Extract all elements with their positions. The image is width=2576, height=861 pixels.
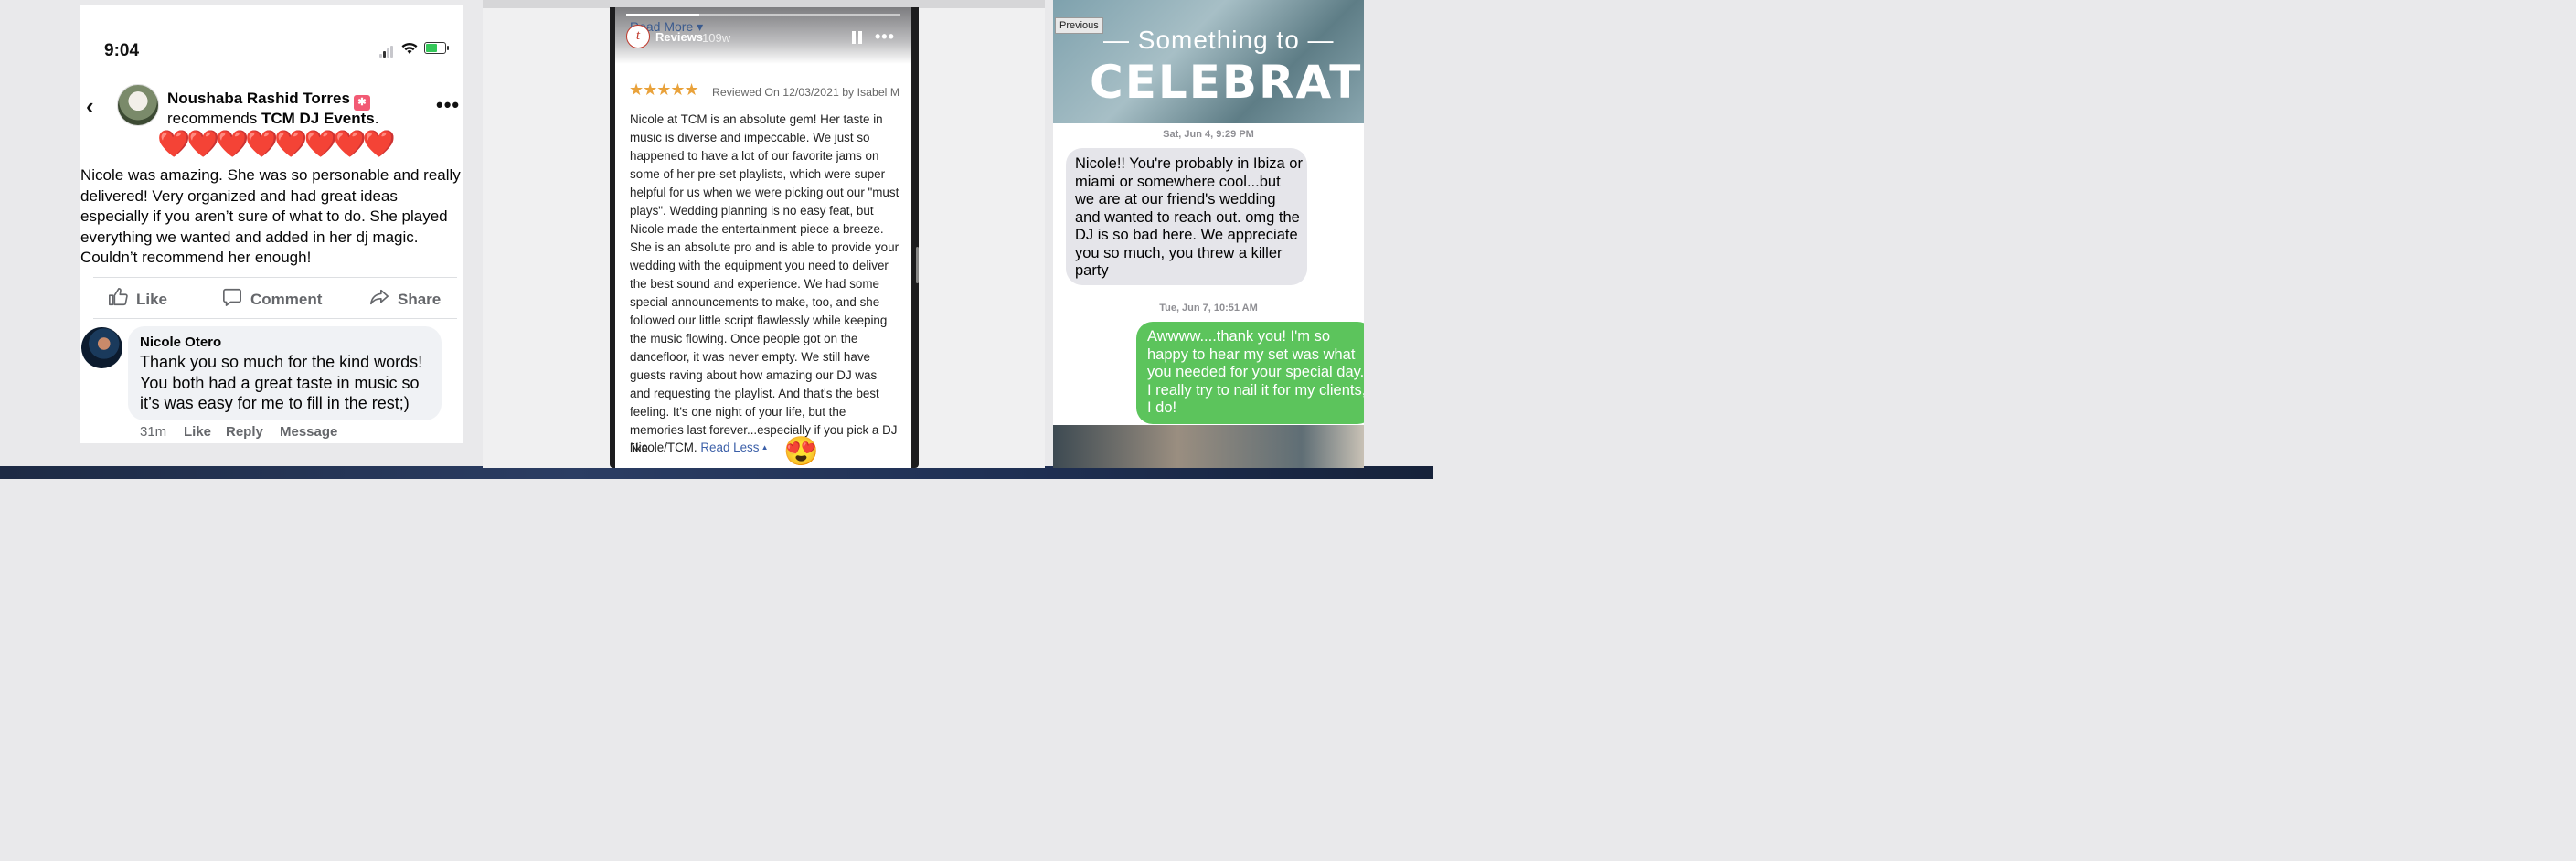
five-star-rating-icon: ★★★★★ (629, 80, 699, 99)
like-label: Like (136, 291, 168, 308)
battery-charging-icon (424, 42, 449, 54)
comment-reply-link[interactable]: Reply (226, 424, 263, 440)
share-button[interactable]: Share (369, 287, 441, 313)
review-story-screen: Read More ▾ t Reviews 109w ••• ★★★★★ Rev… (615, 7, 911, 468)
divider (93, 277, 457, 278)
thumbs-up-icon (108, 287, 128, 313)
banner-text-line1: — Something to — (1103, 26, 1335, 54)
facebook-post-screenshot: 9:04 ‹ Noushaba Rashid Torres ✱ recommend… (80, 5, 463, 443)
recommends-line: recommends TCM DJ Events. (167, 110, 378, 128)
share-label: Share (398, 291, 442, 308)
wifi-icon (401, 40, 418, 59)
more-options-icon[interactable]: ••• (875, 27, 895, 47)
like-button[interactable]: Like (108, 287, 167, 313)
comment-time: 31m (140, 424, 167, 440)
window-resize-handle[interactable] (916, 247, 919, 283)
comment-author[interactable]: Nicole Otero (140, 335, 221, 350)
review-text-end: Nicole/TCM. Read Less (630, 441, 769, 454)
recommend-badge-icon: ✱ (353, 95, 370, 111)
previous-button[interactable]: Previous (1055, 17, 1103, 34)
comment-text: Thank you so much for the kind words! Yo… (140, 353, 423, 412)
comment-message-link[interactable]: Message (280, 424, 337, 440)
story-age: 109w (702, 31, 731, 45)
background-photo-bottom (1053, 425, 1364, 468)
story-progress-fill (626, 14, 699, 16)
page-name-link[interactable]: TCM DJ Events (261, 110, 375, 127)
pause-icon[interactable] (852, 31, 862, 44)
divider (93, 318, 457, 319)
more-options-icon[interactable]: ••• (436, 93, 460, 117)
status-bar-time: 9:04 (104, 41, 140, 60)
story-title: Reviews (655, 30, 704, 44)
recommendation-text: Nicole was amazing. She was so personabl… (80, 166, 461, 266)
cellular-signal-icon (379, 45, 396, 58)
comment-label: Comment (250, 291, 323, 308)
heart-eyes-emoji-icon[interactable]: 😍 (783, 434, 819, 468)
recommends-suffix: . (374, 110, 379, 127)
poster-name[interactable]: Noushaba Rashid Torres (167, 90, 350, 107)
desktop-background (0, 466, 1433, 479)
text-thread-screenshot: Previous — Something to — CELEBRATE Sat,… (1053, 0, 1364, 468)
commenter-avatar[interactable] (81, 327, 122, 368)
back-chevron-icon[interactable]: ‹ (86, 92, 94, 121)
reviewed-on-line: Reviewed On 12/03/2021 by Isabel M (712, 86, 900, 99)
timestamp: Tue, Jun 7, 10:51 AM (1159, 303, 1258, 314)
poster-name-line: Noushaba Rashid Torres ✱ (167, 90, 370, 111)
recommends-prefix: recommends (167, 110, 261, 127)
review-text-tail: Nicole/TCM. (630, 441, 701, 454)
hearts-emoji-row: ❤️❤️❤️❤️❤️❤️❤️❤️ (157, 130, 396, 159)
review-text: Nicole at TCM is an absolute gem! Her ta… (630, 112, 899, 455)
banner-text-line2: CELEBRATE (1090, 56, 1364, 109)
comment-like-link[interactable]: Like (184, 424, 211, 440)
poster-avatar[interactable] (117, 84, 159, 126)
reviews-logo-icon[interactable]: t (626, 25, 650, 48)
share-arrow-icon (369, 287, 389, 313)
timestamp: Sat, Jun 4, 9:29 PM (1163, 129, 1254, 140)
sent-message-text: Awwww....thank you! I'm so happy to hear… (1147, 328, 1364, 416)
received-message-text: Nicole!! You're probably in Ibiza or mia… (1075, 155, 1303, 279)
comment-bubble-icon (222, 287, 242, 313)
read-less-link[interactable]: Read Less (700, 441, 768, 454)
comment-button[interactable]: Comment (222, 287, 322, 313)
